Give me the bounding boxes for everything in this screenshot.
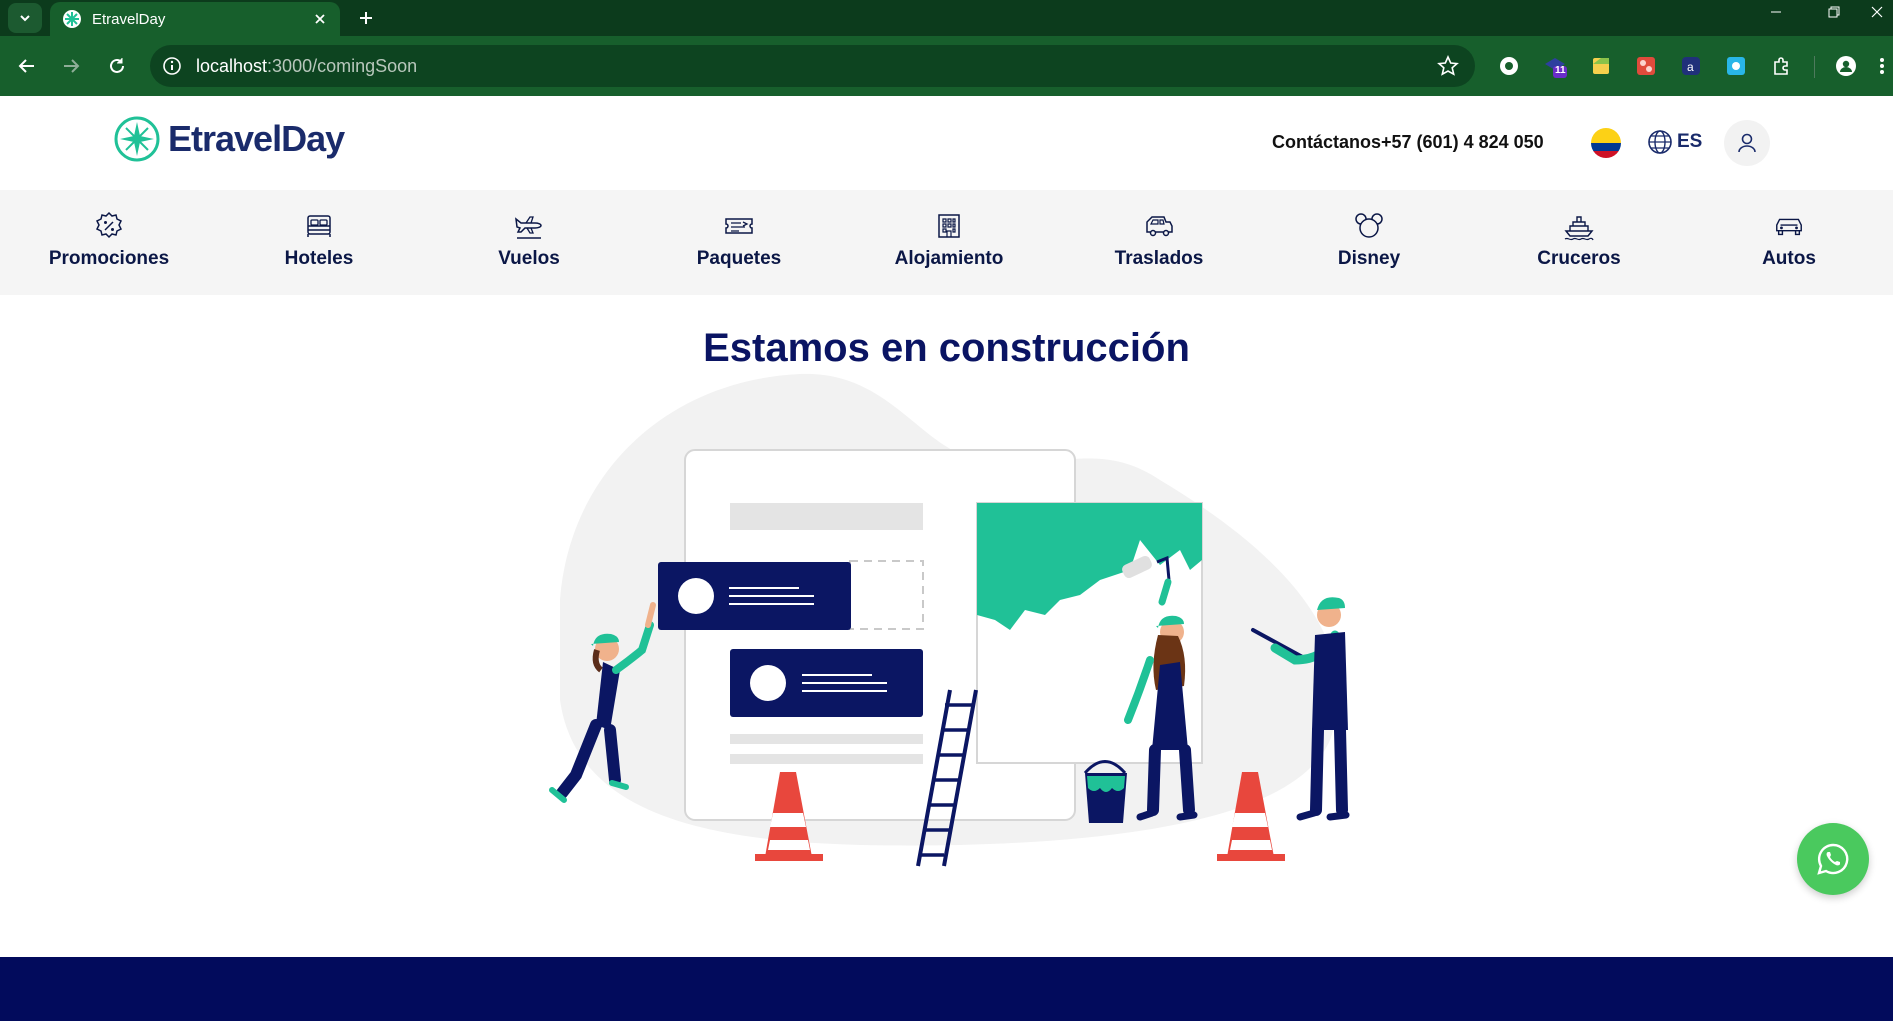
reload-button[interactable]	[101, 50, 133, 82]
restore-icon	[1828, 6, 1840, 18]
logo-text: EtravelDay	[168, 118, 345, 159]
language-selector[interactable]: ES	[1647, 129, 1702, 155]
globe-icon	[1648, 130, 1672, 154]
plus-icon	[360, 12, 372, 24]
building-icon	[933, 210, 965, 242]
person-icon	[1836, 56, 1856, 76]
user-icon	[1738, 133, 1756, 153]
extension-letter-icon: a	[1682, 57, 1700, 75]
contact-phone[interactable]: Contáctanos+57 (601) 4 824 050	[1272, 132, 1544, 153]
etravelday-favicon-icon	[63, 10, 81, 28]
percent-badge-icon	[93, 210, 125, 242]
nav-label: Alojamiento	[894, 248, 1004, 269]
page-title: Estamos en construcción	[703, 326, 1190, 370]
nav-item-traslados[interactable]: Traslados	[1054, 190, 1264, 295]
nav-label: Cruceros	[1537, 248, 1621, 269]
kebab-menu-icon	[1880, 58, 1884, 74]
category-nav: Promociones Hoteles Vuelos Paquetes Aloj…	[0, 190, 1893, 295]
info-icon[interactable]	[162, 56, 182, 76]
extension-6-button[interactable]	[1724, 54, 1748, 78]
extension-4-button[interactable]	[1634, 54, 1658, 78]
site-header: EtravelDay Contáctanos+57 (601) 4 824 05…	[0, 96, 1893, 190]
url-host: localhost	[196, 56, 268, 76]
whatsapp-icon	[1817, 843, 1849, 875]
user-account-button[interactable]	[1724, 120, 1770, 166]
extension-3-button[interactable]	[1589, 54, 1613, 78]
bookmark-star-icon[interactable]	[1437, 55, 1459, 77]
nav-item-cruceros[interactable]: Cruceros	[1474, 190, 1684, 295]
minimize-icon	[1771, 11, 1781, 13]
browser-tab-bar: EtravelDay	[0, 0, 1893, 36]
arrow-right-icon	[64, 59, 80, 73]
restore-button[interactable]	[1811, 0, 1857, 24]
car-icon	[1773, 210, 1805, 242]
browser-menu-button[interactable]	[1876, 54, 1888, 78]
extension-5-button[interactable]: a	[1679, 54, 1703, 78]
placeholder-bar	[730, 734, 923, 744]
nav-item-alojamiento[interactable]: Alojamiento	[844, 190, 1054, 295]
site-footer	[0, 957, 1893, 1021]
profile-button[interactable]	[1834, 54, 1858, 78]
puzzle-icon	[1774, 57, 1788, 75]
extensions-button[interactable]	[1769, 54, 1793, 78]
extension-badge: 11	[1555, 65, 1566, 76]
nav-label: Paquetes	[696, 248, 782, 269]
placeholder-bar	[730, 503, 923, 530]
forward-button[interactable]	[55, 50, 87, 82]
ship-icon	[1563, 210, 1595, 242]
nav-label: Disney	[1337, 248, 1401, 269]
new-tab-button[interactable]	[352, 4, 380, 32]
nav-label: Autos	[1762, 248, 1816, 269]
url-text: localhost:3000/comingSoon	[196, 56, 417, 77]
under-construction-illustration	[549, 373, 1350, 867]
extension-2-button[interactable]: 11	[1543, 54, 1567, 78]
browser-toolbar: localhost:3000/comingSoon 11 a	[0, 36, 1893, 96]
reload-icon	[110, 58, 124, 73]
nav-item-disney[interactable]: Disney	[1264, 190, 1474, 295]
nav-item-promociones[interactable]: Promociones	[4, 190, 214, 295]
close-window-button[interactable]	[1860, 0, 1893, 24]
close-icon	[1871, 6, 1882, 18]
nav-item-hoteles[interactable]: Hoteles	[214, 190, 424, 295]
placeholder-bar	[730, 754, 923, 764]
nav-label: Traslados	[1114, 248, 1204, 269]
extension-1-button[interactable]	[1497, 54, 1521, 78]
address-bar[interactable]: localhost:3000/comingSoon	[150, 45, 1475, 87]
nav-item-vuelos[interactable]: Vuelos	[424, 190, 634, 295]
back-button[interactable]	[11, 50, 43, 82]
close-icon	[315, 14, 325, 24]
whatsapp-chat-button[interactable]	[1797, 823, 1869, 895]
compass-star-logo-icon	[114, 116, 160, 162]
bed-icon	[303, 210, 335, 242]
nav-label: Hoteles	[284, 248, 354, 269]
nav-label: Promociones	[48, 248, 170, 269]
tab-search-button[interactable]	[8, 3, 42, 33]
browser-tab[interactable]: EtravelDay	[50, 2, 340, 36]
extension-circle-icon	[1500, 57, 1518, 75]
extension-pattern-icon	[1637, 57, 1655, 75]
van-icon	[1143, 210, 1175, 242]
language-label: ES	[1677, 131, 1703, 152]
nav-item-paquetes[interactable]: Paquetes	[634, 190, 844, 295]
close-tab-button[interactable]	[308, 7, 332, 31]
colombia-flag-icon[interactable]	[1591, 128, 1621, 158]
nav-label: Vuelos	[498, 248, 560, 269]
chevron-down-icon	[20, 15, 30, 22]
tab-title: EtravelDay	[92, 10, 166, 28]
ticket-icon	[723, 210, 755, 242]
site-logo[interactable]: EtravelDay	[114, 116, 345, 162]
airplane-icon	[513, 210, 545, 242]
mouse-ears-icon	[1353, 210, 1385, 242]
toolbar-separator	[1814, 56, 1815, 78]
minimize-button[interactable]	[1753, 0, 1799, 24]
extension-screen-icon	[1727, 57, 1745, 75]
nav-item-autos[interactable]: Autos	[1684, 190, 1893, 295]
svg-text:a: a	[1687, 60, 1694, 74]
extension-note-icon	[1593, 58, 1609, 74]
arrow-left-icon	[18, 59, 34, 73]
url-path: :3000/comingSoon	[267, 56, 418, 76]
